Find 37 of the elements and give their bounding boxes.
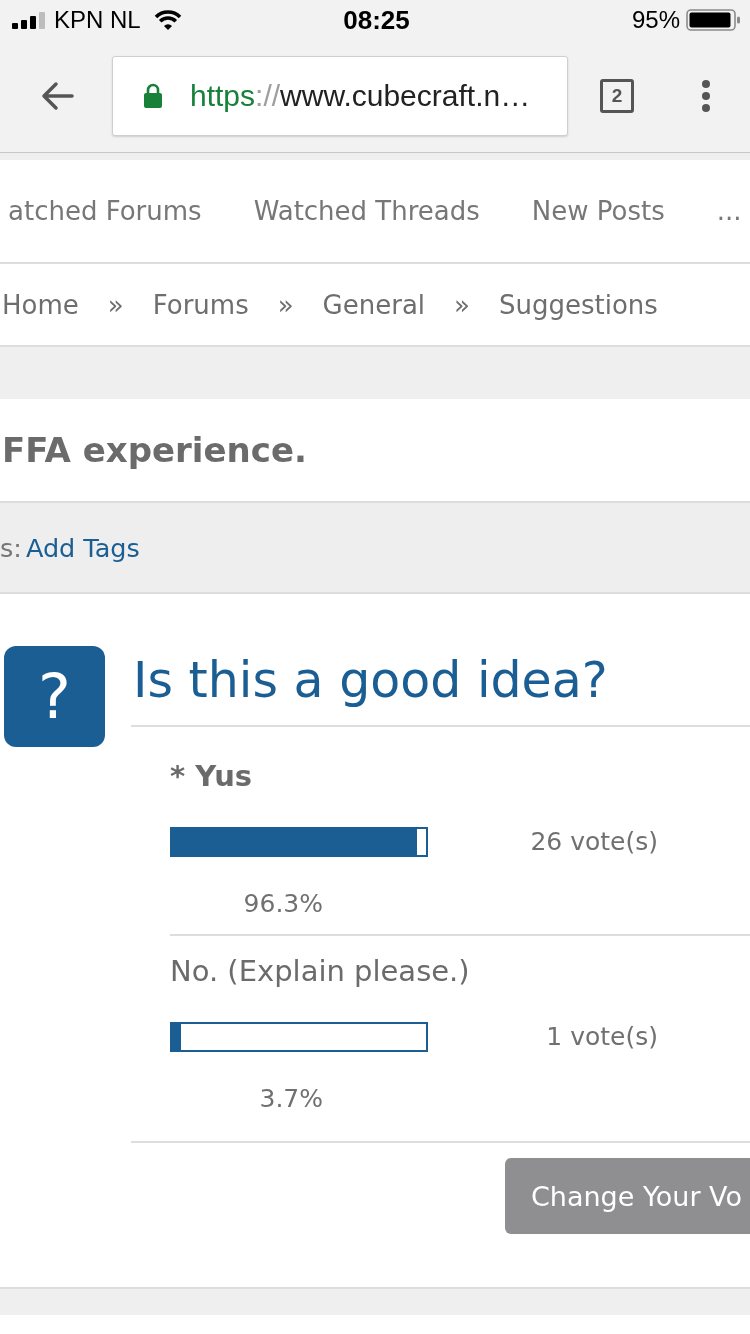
address-bar[interactable]: https://www.cubecraft.n… <box>112 56 568 136</box>
breadcrumb-separator: » <box>107 288 124 321</box>
signal-icon <box>12 11 45 29</box>
thread-title: FFA experience. <box>2 429 307 471</box>
three-dots-icon <box>700 80 712 112</box>
breadcrumb-link[interactable]: General <box>322 288 426 321</box>
back-arrow-icon <box>40 81 74 111</box>
vote-percent: 3.7% <box>258 1083 323 1115</box>
back-button[interactable] <box>40 81 74 111</box>
carrier-name: KPN NL <box>54 6 141 34</box>
option-label: No. (Explain please.) <box>170 953 471 990</box>
question-mark-icon: ? <box>4 646 105 747</box>
wifi-icon <box>152 9 183 31</box>
breadcrumb-separator: » <box>454 288 470 321</box>
nav-link[interactable]: New Posts <box>531 195 665 227</box>
url-text: https://www.cubecraft.n… <box>190 79 531 113</box>
nav-link[interactable]: ... <box>716 195 742 227</box>
status-time: 08:25 <box>343 5 410 35</box>
option-label: * Yus <box>170 758 254 795</box>
vote-count: 1 vote(s) <box>545 1021 658 1053</box>
breadcrumb-separator: » <box>277 288 294 321</box>
vote-count: 26 vote(s) <box>529 826 658 858</box>
more-menu-button[interactable] <box>700 80 712 112</box>
tab-switcher-button[interactable]: 2 <box>600 79 634 113</box>
nav-link[interactable]: atched Forums <box>8 195 202 227</box>
breadcrumb-link[interactable]: Forums <box>152 288 249 321</box>
battery-icon <box>686 9 741 31</box>
breadcrumb-link[interactable]: Home <box>2 288 79 321</box>
lock-icon <box>143 83 163 109</box>
poll-question: Is this a good idea? <box>131 651 750 727</box>
vote-percent: 96.3% <box>242 888 323 920</box>
breadcrumb-link[interactable]: Suggestions <box>499 288 658 321</box>
add-tags-link[interactable]: Add Tags <box>25 532 140 563</box>
nav-link[interactable]: Watched Threads <box>253 195 480 227</box>
battery-percent: 95% <box>631 6 680 34</box>
tags-label: s: <box>0 532 22 563</box>
change-vote-button[interactable]: Change Your Vo <box>504 1158 750 1234</box>
